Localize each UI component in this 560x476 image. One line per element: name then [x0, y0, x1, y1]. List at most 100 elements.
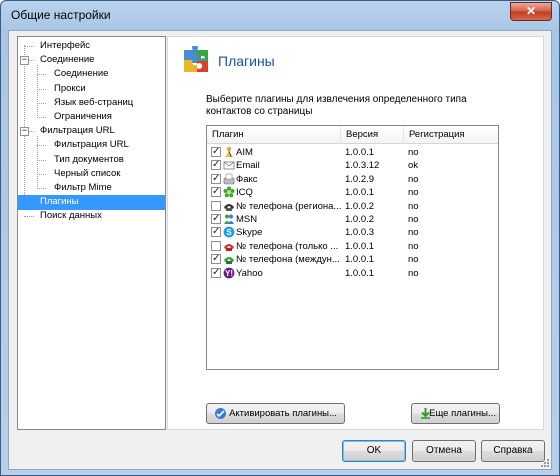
plugin-checkbox[interactable]: ✓	[211, 267, 221, 278]
window-title: Общие настройки	[11, 8, 111, 22]
resize-grip-icon[interactable]	[539, 457, 549, 467]
plugins-panel: Плагины Выберите плагины для извлечения …	[167, 36, 544, 430]
plugin-row[interactable]: ✓ AIM 1.0.0.1 no	[207, 146, 498, 159]
title-bar[interactable]: Общие настройки ✕	[1, 1, 559, 31]
phone-red-icon	[224, 243, 234, 251]
tree-item-label: Интерфейс	[40, 40, 91, 51]
tree-item-label: Язык веб-страниц	[54, 96, 134, 108]
plugin-name: № телефона (только ...	[236, 240, 339, 252]
plugin-registration: no	[408, 214, 419, 225]
puzzle-icon	[184, 46, 208, 72]
plugin-version: 1.0.2.9	[345, 173, 375, 185]
plugin-checkbox[interactable]: ✓	[211, 187, 221, 198]
column-version[interactable]: Версия	[341, 126, 404, 144]
tree-guide-line	[37, 74, 46, 76]
plugin-version: 1.0.0.1	[345, 254, 375, 266]
cancel-button[interactable]: Отмена	[412, 440, 476, 462]
plugin-registration: no	[408, 254, 419, 266]
activate-plugins-button[interactable]: Активировать плагины...	[206, 403, 345, 424]
tree-guide-line	[37, 188, 46, 189]
plugin-checkbox[interactable]	[211, 200, 221, 211]
plugin-version: 1.0.0.1	[345, 147, 375, 158]
tree-guide-line	[37, 102, 46, 104]
tree-item-label: Прокси	[54, 82, 86, 94]
plugin-name: AIM	[236, 147, 253, 158]
plugin-checkbox[interactable]: ✓	[211, 173, 221, 184]
plugin-name: MSN	[236, 214, 258, 225]
tree-item-label: Поиск данных	[40, 210, 102, 222]
plugin-row[interactable]: ✓ ICQ 1.0.0.1 no	[207, 186, 498, 199]
svg-text:S: S	[226, 228, 232, 237]
tree-guide-line	[37, 117, 46, 118]
plugin-checkbox[interactable]: ✓	[211, 147, 221, 157]
plugin-name: № телефона (регионa...	[236, 200, 341, 212]
plugin-registration: no	[408, 200, 419, 212]
plugin-name: Факс	[236, 173, 258, 185]
tree-guide-line	[37, 173, 46, 175]
activate-plugins-label: Активировать плагины...	[229, 408, 337, 419]
plugin-row[interactable]: ✓ Email 1.0.3.12 ok	[207, 159, 498, 172]
yahoo-icon: Y!	[223, 267, 235, 278]
plugin-version: 1.0.0.3	[345, 227, 375, 239]
svg-text:Y!: Y!	[225, 269, 233, 278]
tree-item-label: Соединение	[40, 54, 95, 66]
tree-guide-line	[37, 65, 38, 118]
tree-guide-line	[24, 46, 34, 47]
column-plugin[interactable]: Плагин	[207, 126, 341, 144]
tree-guide-line	[24, 45, 25, 202]
tree-item-label: Фильтр Mime	[54, 182, 112, 193]
tree-item-label: Фильтрация URL	[40, 125, 115, 137]
plugins-list-header: Плагин Версия Регистрация	[207, 126, 498, 144]
icq-icon	[223, 186, 235, 198]
plugin-row[interactable]: ✓ MSN 1.0.0.2 no	[207, 213, 498, 226]
tree-item-label: Ограничения	[54, 111, 112, 122]
skype-icon: S	[223, 226, 235, 238]
plugin-name: Skype	[236, 227, 263, 239]
plugin-version: 1.0.3.12	[345, 160, 380, 172]
plugin-checkbox[interactable]: ✓	[211, 160, 221, 171]
plugin-checkbox[interactable]	[211, 240, 221, 251]
panel-title: Плагины	[218, 53, 275, 69]
help-button[interactable]: Справка	[481, 440, 545, 462]
tree-item-label: Тип документов	[54, 153, 124, 165]
settings-tree[interactable]: Интерфейс − Соединение Соединение Прокси Язык…	[17, 36, 166, 430]
plugin-registration: no	[408, 173, 419, 185]
column-registration[interactable]: Регистрация	[404, 126, 498, 144]
plugins-list[interactable]: Плагин Версия Регистрация ✓ AIM 1.0.0.1 no ✓…	[206, 125, 499, 370]
plugin-registration: no	[408, 147, 419, 158]
aim-icon	[225, 146, 233, 158]
more-plugins-button[interactable]: Еще плагины...	[411, 403, 500, 424]
plugin-name: № телефона (междун...	[236, 254, 340, 266]
plugin-row[interactable]: ✓ № телефона (междун... 1.0.0.1 no	[207, 253, 498, 266]
plugin-name: Email	[236, 160, 260, 172]
plugin-version: 1.0.0.2	[345, 200, 375, 212]
email-icon	[223, 161, 235, 170]
plugin-registration: ok	[408, 160, 419, 172]
fax-icon	[223, 173, 235, 185]
plugin-row[interactable]: ✓ S Skype 1.0.0.3 no	[207, 226, 498, 239]
tree-collapse-icon[interactable]: −	[20, 127, 29, 137]
tree-collapse-icon[interactable]: −	[20, 56, 29, 66]
plugin-row[interactable]: № телефона (регионa... 1.0.0.2 no	[207, 200, 498, 213]
phone-icon	[224, 203, 234, 211]
tree-guide-line	[24, 216, 34, 218]
tree-guide-line	[37, 159, 46, 161]
tree-item[interactable]: Плагины	[18, 195, 165, 211]
plugin-row[interactable]: ✓ Y! Yahoo 1.0.0.1 no	[207, 267, 498, 280]
ok-button[interactable]: OK	[342, 440, 406, 462]
plugin-registration: no	[408, 187, 419, 199]
plugin-registration: no	[408, 240, 419, 252]
plugin-checkbox[interactable]: ✓	[211, 227, 221, 238]
plugin-checkbox[interactable]: ✓	[211, 214, 221, 224]
tree-guide-line	[37, 136, 38, 189]
plugin-row[interactable]: ✓ Факс 1.0.2.9 no	[207, 173, 498, 186]
msn-icon	[224, 214, 234, 224]
plugin-name: Yahoo	[236, 267, 263, 279]
close-button[interactable]: ✕	[510, 2, 552, 21]
tree-guide-line	[37, 88, 46, 90]
plugin-version: 1.0.0.1	[345, 267, 375, 279]
panel-description: Выберите плагины для извлечения определе…	[206, 94, 467, 117]
plugin-registration: no	[408, 267, 419, 279]
plugin-row[interactable]: № телефона (только ... 1.0.0.1 no	[207, 240, 498, 253]
plugin-checkbox[interactable]: ✓	[211, 254, 221, 265]
